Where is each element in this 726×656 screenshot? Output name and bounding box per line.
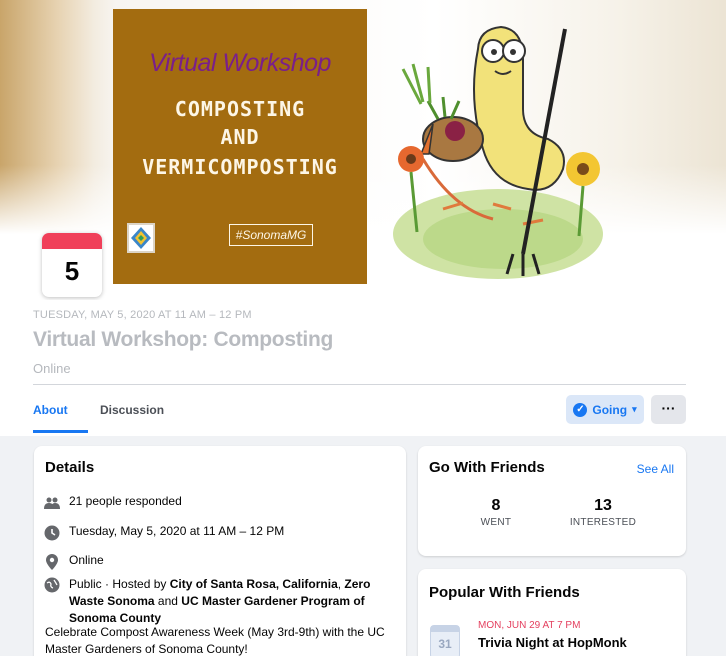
poster-heading-line2: AND [220,125,260,149]
detail-hosts: Public · Hosted by City of Santa Rosa, C… [43,576,395,627]
host-text: Public · Hosted by City of Santa Rosa, C… [69,576,395,627]
going-button-label: Going [592,402,628,417]
tab-about[interactable]: About [33,403,68,417]
poster-subtitle: Virtual Workshop [149,49,331,77]
event-date-time: TUESDAY, MAY 5, 2020 AT 11 AM – 12 PM [33,309,252,321]
detail-time: Tuesday, May 5, 2020 at 11 AM – 12 PM [43,524,284,541]
poster-heading-line1: COMPOSTING [174,97,306,121]
host-separator: and [154,594,182,608]
detail-location: Online [43,553,104,570]
popular-with-friends-card: Popular With Friends 31 MON, JUN 29 AT 7… [418,569,686,656]
calendar-icon-day: 31 [438,637,452,651]
map-pin-icon [43,553,60,570]
popular-event-date: MON, JUN 29 AT 7 PM [478,620,581,631]
going-button[interactable]: ✓ Going ▾ [566,395,644,424]
details-card: Details 21 people responded Tuesday, May… [34,446,406,656]
chevron-down-icon: ▾ [632,404,637,414]
date-badge-day: 5 [64,256,80,286]
go-with-friends-card: Go With Friends See All 8 WENT 13 INTERE… [418,446,686,556]
people-icon [43,494,60,511]
host-prefix: Public · Hosted by [69,577,170,591]
calendar-icon: 31 [430,625,460,656]
event-location[interactable]: Online [33,361,71,376]
interested-count: 13 [594,497,612,514]
went-count: 8 [491,497,501,514]
worm-with-pitchfork-icon [393,25,603,279]
go-with-friends-heading: Go With Friends [429,459,545,476]
active-tab-indicator [33,430,88,433]
event-cover-photo[interactable]: Virtual Workshop COMPOSTING AND VERMICOM… [0,0,726,300]
event-date-badge: 5 [42,233,102,297]
event-description: Celebrate Compost Awareness Week (May 3r… [45,625,385,656]
check-circle-icon: ✓ [573,402,588,417]
responded-text: 21 people responded [69,494,182,508]
more-options-button[interactable]: ··· [651,395,686,424]
globe-icon [43,576,60,593]
date-badge-header [42,233,102,249]
clock-icon [43,524,60,541]
uc-logo-icon [127,223,155,253]
see-all-link[interactable]: See All [637,462,674,476]
interested-label: INTERESTED [569,517,637,528]
went-label: WENT [480,517,512,528]
interested-stat[interactable]: 13 INTERESTED [558,497,648,528]
details-heading: Details [45,459,95,476]
poster-hashtag: #SonomaMG [229,224,313,246]
header-divider [33,384,686,385]
location-text: Online [69,553,104,567]
detail-responded[interactable]: 21 people responded [43,494,182,511]
event-title: Virtual Workshop: Composting [33,328,333,351]
host-link-santa-rosa[interactable]: City of Santa Rosa, California [170,577,338,591]
went-stat[interactable]: 8 WENT [451,497,541,528]
time-text: Tuesday, May 5, 2020 at 11 AM – 12 PM [69,524,285,538]
popular-event-name[interactable]: Trivia Night at HopMonk [478,635,627,650]
popular-with-friends-heading: Popular With Friends [429,584,580,601]
poster-heading-line3: VERMICOMPOSTING [142,155,338,179]
tab-discussion[interactable]: Discussion [100,403,164,417]
workshop-poster: Virtual Workshop COMPOSTING AND VERMICOM… [113,9,367,284]
